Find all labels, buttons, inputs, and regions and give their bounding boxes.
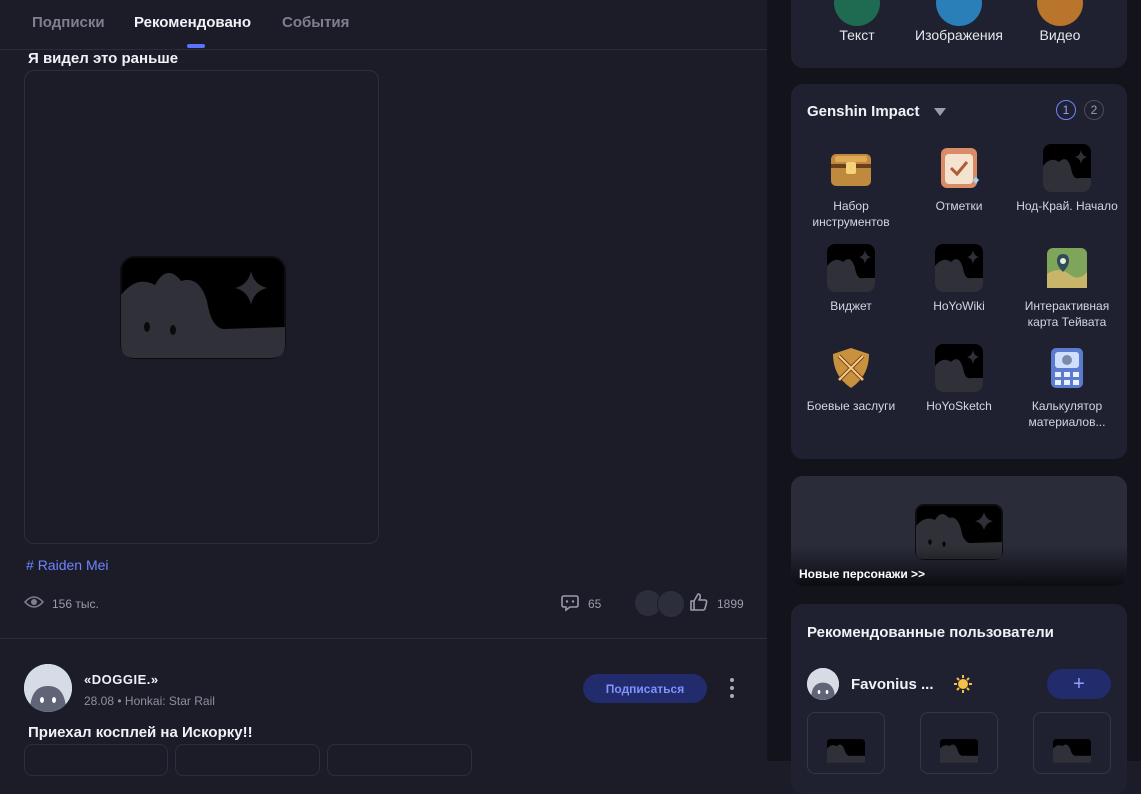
post-image-thumb[interactable] bbox=[24, 744, 168, 776]
image-placeholder-icon bbox=[1043, 144, 1091, 192]
tool-label: Боевые заслуги bbox=[806, 399, 896, 413]
video-icon bbox=[1037, 0, 1083, 26]
post-divider bbox=[0, 638, 767, 639]
hashtag-icon: # bbox=[26, 557, 34, 573]
image-placeholder-icon bbox=[120, 256, 286, 359]
tool-battle-chronicle[interactable]: Боевые заслуги bbox=[797, 344, 905, 414]
tool-widget[interactable]: Виджет bbox=[797, 244, 905, 314]
post-image-thumb[interactable] bbox=[175, 744, 320, 776]
tool-toolbox[interactable]: Набор инструментов bbox=[797, 144, 905, 230]
tool-hoyosketch[interactable]: HoYoSketch bbox=[905, 344, 1013, 414]
post-title[interactable]: Приехал косплей на Искорку!! bbox=[28, 724, 253, 741]
tool-checkin[interactable]: Отметки bbox=[905, 144, 1013, 214]
tool-nod-krai[interactable]: Нод-Край. Начало bbox=[1013, 144, 1121, 214]
active-tab-indicator bbox=[187, 44, 205, 48]
tool-label: HoYoSketch bbox=[926, 399, 992, 413]
user-post-card[interactable] bbox=[920, 712, 998, 774]
sun-badge-icon bbox=[954, 675, 972, 693]
feed-tabs: Подписки Рекомендовано События bbox=[0, 0, 767, 50]
tool-label: Виджет bbox=[830, 299, 872, 313]
like-count: 1899 bbox=[717, 597, 744, 611]
image-placeholder-icon bbox=[827, 739, 865, 763]
triangle-down-icon[interactable] bbox=[934, 107, 946, 117]
recommended-users-panel: Рекомендованные пользователи Favonius ..… bbox=[791, 604, 1127, 794]
recommended-users-title: Рекомендованные пользователи bbox=[807, 624, 1054, 641]
tab-subscriptions[interactable]: Подписки bbox=[32, 14, 105, 31]
default-avatar-icon bbox=[24, 664, 72, 712]
create-video-label: Видео bbox=[1039, 27, 1081, 43]
image-placeholder-icon bbox=[940, 739, 978, 763]
tab-events[interactable]: События bbox=[282, 14, 349, 31]
comment-icon[interactable] bbox=[561, 594, 579, 612]
image-placeholder-icon bbox=[1053, 739, 1091, 763]
view-count: 156 тыс. bbox=[52, 597, 99, 611]
banner-label: Новые персонажи >> bbox=[799, 567, 926, 581]
calculator-icon bbox=[1043, 344, 1091, 392]
toolbox-chest-icon bbox=[827, 144, 875, 192]
page-2-button[interactable]: 2 bbox=[1084, 100, 1104, 120]
post-meta: 28.08 • Honkai: Star Rail bbox=[84, 694, 215, 708]
create-post-panel: Текст Изображения Видео bbox=[791, 0, 1127, 68]
swords-shield-icon bbox=[827, 344, 875, 392]
hashtag-link[interactable]: # Raiden Mei bbox=[26, 557, 109, 573]
tab-recommended[interactable]: Рекомендовано bbox=[134, 14, 251, 31]
image-placeholder-icon bbox=[935, 344, 983, 392]
more-options-icon[interactable] bbox=[724, 676, 740, 700]
image-placeholder-icon bbox=[827, 244, 875, 292]
tool-material-calculator[interactable]: Калькулятор материалов... bbox=[1013, 344, 1121, 430]
create-text-label: Текст bbox=[839, 27, 875, 43]
game-tools-panel: Genshin Impact 1 2 Набор инструментов От… bbox=[791, 84, 1127, 459]
avatar[interactable] bbox=[24, 664, 72, 712]
post-image-thumb[interactable] bbox=[327, 744, 472, 776]
create-images-label: Изображения bbox=[915, 27, 1003, 43]
main-feed: Подписки Рекомендовано События Я видел э… bbox=[0, 0, 767, 776]
map-icon bbox=[1043, 244, 1091, 292]
checkin-icon bbox=[935, 144, 983, 192]
hashtag-label: Raiden Mei bbox=[37, 557, 109, 573]
tool-hoyowiki[interactable]: HoYoWiki bbox=[905, 244, 1013, 314]
tool-label: HoYoWiki bbox=[933, 299, 985, 313]
user-post-card[interactable] bbox=[807, 712, 885, 774]
tool-label: Интерактивная карта Тейвата bbox=[1024, 299, 1110, 329]
game-title[interactable]: Genshin Impact bbox=[807, 103, 920, 120]
avatar[interactable] bbox=[807, 668, 839, 700]
recommended-user-name[interactable]: Favonius ... bbox=[851, 676, 934, 693]
author-name[interactable]: «DOGGIE.» bbox=[84, 672, 159, 687]
eye-icon bbox=[24, 596, 44, 608]
follow-button[interactable]: + bbox=[1047, 669, 1111, 699]
post-media[interactable] bbox=[24, 70, 379, 544]
tool-label: Набор инструментов bbox=[812, 199, 890, 229]
tool-teyvat-map[interactable]: Интерактивная карта Тейвата bbox=[1013, 244, 1121, 330]
page-1-button[interactable]: 1 bbox=[1056, 100, 1076, 120]
tool-label: Нод-Край. Начало bbox=[1016, 199, 1118, 213]
subscribe-button[interactable]: Подписаться bbox=[583, 674, 707, 703]
post-title[interactable]: Я видел это раньше bbox=[28, 50, 178, 67]
liker-avatar bbox=[657, 590, 685, 618]
text-icon bbox=[834, 0, 880, 26]
image-placeholder-icon bbox=[935, 244, 983, 292]
user-post-card[interactable] bbox=[1033, 712, 1111, 774]
default-avatar-icon bbox=[807, 668, 839, 700]
tool-label: Отметки bbox=[935, 199, 983, 213]
tool-label: Калькулятор материалов... bbox=[1028, 399, 1106, 429]
thumbs-up-icon[interactable] bbox=[689, 592, 709, 612]
image-icon bbox=[936, 0, 982, 26]
new-characters-banner[interactable]: Новые персонажи >> bbox=[791, 476, 1127, 586]
comment-count: 65 bbox=[588, 597, 602, 611]
